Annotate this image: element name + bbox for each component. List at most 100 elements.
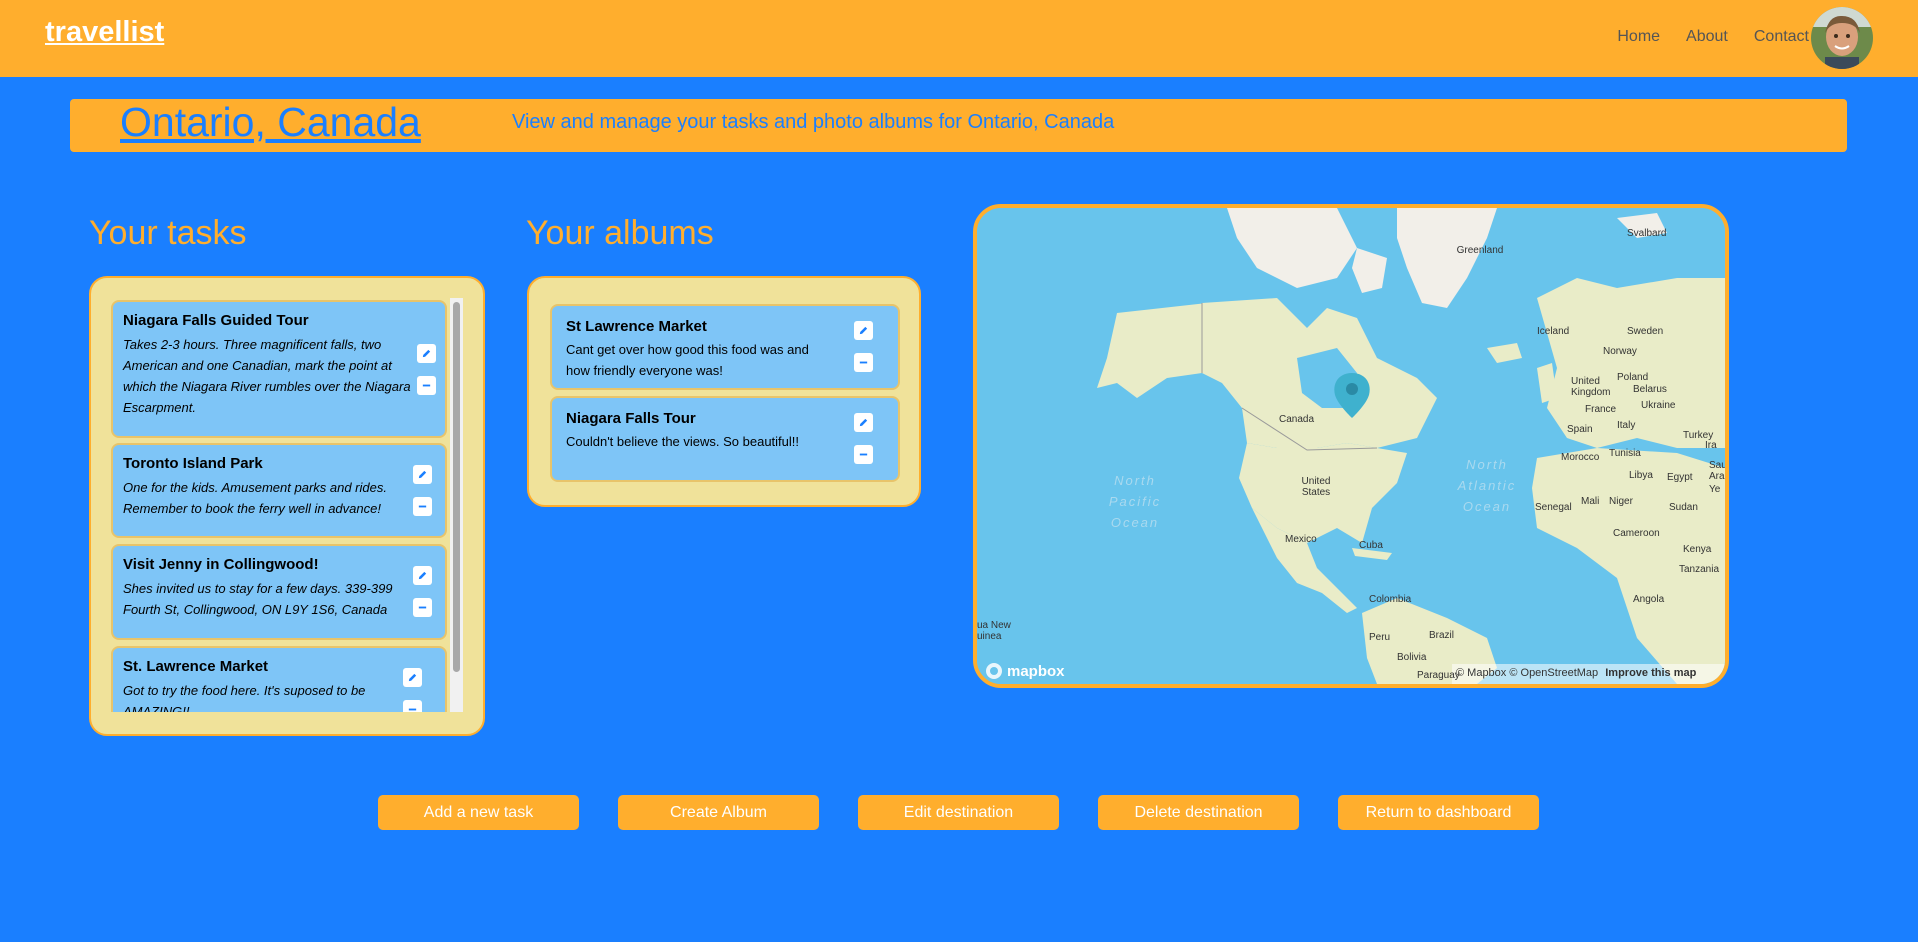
delete-task-button[interactable] <box>413 497 432 516</box>
map-label: Spain <box>1567 424 1593 435</box>
add-task-button[interactable]: Add a new task <box>378 795 579 830</box>
map-label: Colombia <box>1369 594 1412 605</box>
destination-title[interactable]: Ontario, Canada <box>120 99 421 146</box>
task-desc-line: Fourth St, Collingwood, ON L9Y 1S6, Cana… <box>123 602 388 617</box>
minus-icon <box>422 384 431 387</box>
task-desc-line: Takes 2-3 hours. Three magnificent falls… <box>123 337 382 352</box>
map-label: Svalbard <box>1627 228 1667 239</box>
minus-icon <box>408 708 417 711</box>
map-label: Poland <box>1617 372 1649 383</box>
pencil-icon <box>859 326 868 335</box>
delete-album-button[interactable] <box>854 353 873 372</box>
map-attribution: © Mapbox © OpenStreetMap Improve this ma… <box>1456 667 1696 679</box>
map-label: Bolivia <box>1397 652 1427 663</box>
tasks-scrollbar[interactable] <box>450 298 463 712</box>
album-description: Cant get over how good this food was and… <box>566 339 809 381</box>
scrollbar-thumb[interactable] <box>453 302 460 672</box>
task-description: Shes invited us to stay for a few days. … <box>123 578 393 620</box>
destination-map[interactable]: Greenland Svalbard Iceland Sweden Norway… <box>973 204 1729 688</box>
task-desc-line: Got to try the food here. It's suposed t… <box>123 683 366 698</box>
improve-map-link[interactable]: Improve this map <box>1605 667 1696 679</box>
edit-destination-button[interactable]: Edit destination <box>858 795 1059 830</box>
edit-album-button[interactable] <box>854 321 873 340</box>
nav-about-link[interactable]: About <box>1686 28 1728 46</box>
map-label: Tunisia <box>1609 448 1641 459</box>
map-label: Morocco <box>1561 452 1600 463</box>
map-label: Italy <box>1617 420 1636 431</box>
map-label: Cameroon <box>1613 528 1660 539</box>
return-dashboard-button[interactable]: Return to dashboard <box>1338 795 1539 830</box>
mapbox-icon <box>986 663 1002 679</box>
map-label: ua New uinea <box>977 620 1011 642</box>
album-description: Couldn't believe the views. So beautiful… <box>566 431 799 452</box>
delete-task-button[interactable] <box>417 376 436 395</box>
map-label: Cuba <box>1359 540 1383 551</box>
delete-album-button[interactable] <box>854 445 873 464</box>
minus-icon <box>418 606 427 609</box>
task-card: Niagara Falls Guided Tour Takes 2-3 hour… <box>111 300 447 438</box>
attribution-text[interactable]: © Mapbox © OpenStreetMap <box>1456 667 1598 679</box>
map-label: Angola <box>1633 594 1665 605</box>
edit-task-button[interactable] <box>403 668 422 687</box>
album-desc-line: how friendly everyone was! <box>566 363 723 378</box>
task-description: One for the kids. Amusement parks and ri… <box>123 477 387 519</box>
pencil-icon <box>418 571 427 580</box>
task-card: Toronto Island Park One for the kids. Am… <box>111 443 447 538</box>
map-label: Sweden <box>1627 326 1664 337</box>
map-label: Ye <box>1709 484 1721 495</box>
map-label: Paraguay <box>1417 670 1460 681</box>
edit-album-button[interactable] <box>854 413 873 432</box>
nav-home-link[interactable]: Home <box>1617 28 1660 46</box>
album-card[interactable]: Niagara Falls Tour Couldn't believe the … <box>550 396 900 482</box>
map-label: United Kingdom <box>1571 376 1611 398</box>
task-title: Visit Jenny in Collingwood! <box>123 556 319 573</box>
map-label: Libya <box>1629 470 1653 481</box>
task-desc-line: One for the kids. Amusement parks and ri… <box>123 480 387 495</box>
pencil-icon <box>408 673 417 682</box>
map-label: Canada <box>1279 414 1315 425</box>
task-card: Visit Jenny in Collingwood! Shes invited… <box>111 544 447 640</box>
map-canvas[interactable] <box>977 208 1725 684</box>
tasks-list: Niagara Falls Guided Tour Takes 2-3 hour… <box>111 300 465 712</box>
task-card: St. Lawrence Market Got to try the food … <box>111 646 447 712</box>
map-ocean-label: North Pacific Ocean <box>1108 473 1162 530</box>
nav-contact-link[interactable]: Contact <box>1754 28 1809 46</box>
map-label: Mexico <box>1285 534 1317 545</box>
map-label: Egypt <box>1667 472 1693 483</box>
album-desc-line: Couldn't believe the views. So beautiful… <box>566 434 800 449</box>
task-desc-line: American and one Canadian, mark the poin… <box>123 358 392 373</box>
mapbox-logo[interactable]: mapbox <box>985 662 1065 680</box>
map-label: Iceland <box>1537 326 1570 337</box>
edit-task-button[interactable] <box>413 566 432 585</box>
map-label: Peru <box>1369 632 1391 643</box>
navbar: travellist Home About Contact <box>0 0 1918 77</box>
delete-destination-button[interactable]: Delete destination <box>1098 795 1299 830</box>
album-title: Niagara Falls Tour <box>566 410 696 427</box>
map-ocean-label: North Atlantic Ocean <box>1457 457 1517 514</box>
task-desc-line: Remember to book the ferry well in advan… <box>123 501 381 516</box>
nav-links: Home About Contact <box>1617 28 1809 46</box>
task-title: Toronto Island Park <box>123 455 263 472</box>
delete-task-button[interactable] <box>413 598 432 617</box>
brand-link[interactable]: travellist <box>45 16 164 49</box>
albums-panel: St Lawrence Market Cant get over how goo… <box>527 276 921 507</box>
edit-task-button[interactable] <box>413 465 432 484</box>
albums-heading: Your albums <box>526 214 714 252</box>
map-label: Kenya <box>1683 544 1712 555</box>
create-album-button[interactable]: Create Album <box>618 795 819 830</box>
task-title: St. Lawrence Market <box>123 658 269 675</box>
map-label: Ukraine <box>1641 400 1676 411</box>
pencil-icon <box>418 470 427 479</box>
map-label: Greenland <box>1456 245 1504 256</box>
map-label: Belarus <box>1633 384 1667 395</box>
album-card[interactable]: St Lawrence Market Cant get over how goo… <box>550 304 900 390</box>
minus-icon <box>418 505 427 508</box>
edit-task-button[interactable] <box>417 344 436 363</box>
map-label: Brazil <box>1429 630 1455 641</box>
delete-task-button[interactable] <box>403 700 422 712</box>
tasks-panel: Niagara Falls Guided Tour Takes 2-3 hour… <box>89 276 485 736</box>
avatar[interactable] <box>1811 7 1873 69</box>
map-label: Sudan <box>1669 502 1698 513</box>
minus-icon <box>859 453 868 456</box>
album-title: St Lawrence Market <box>566 318 707 335</box>
